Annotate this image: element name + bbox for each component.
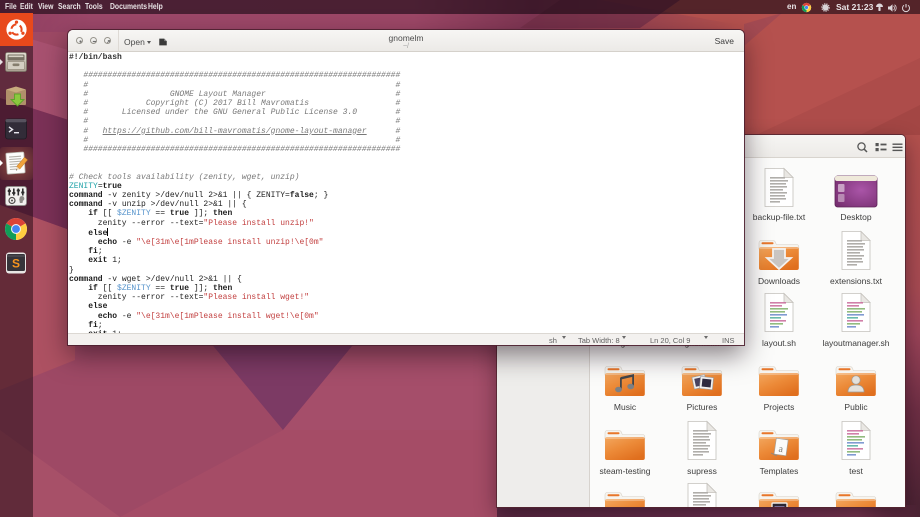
svg-text:S: S xyxy=(12,256,20,270)
